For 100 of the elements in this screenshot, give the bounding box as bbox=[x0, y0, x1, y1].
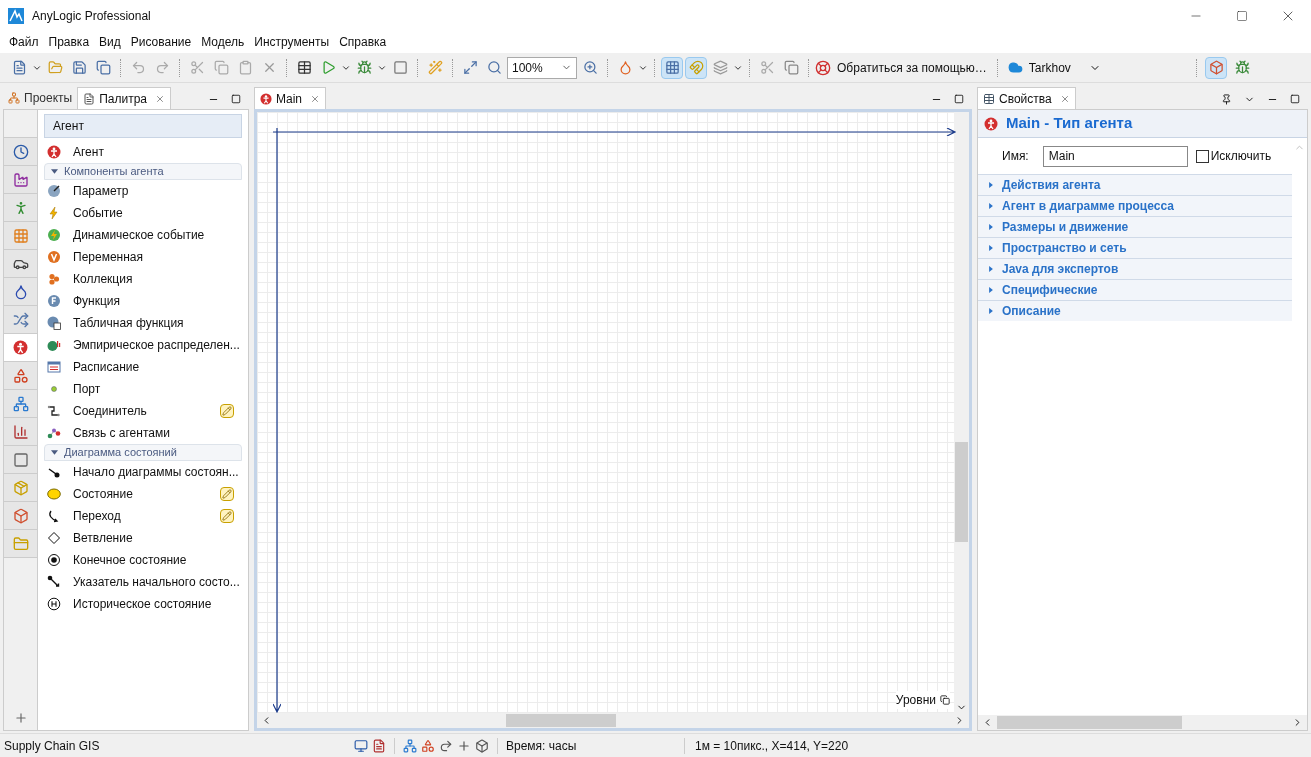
maximize-icon[interactable] bbox=[231, 94, 241, 104]
properties-section-header[interactable]: Специфические bbox=[978, 279, 1292, 300]
copy-icon[interactable] bbox=[940, 695, 950, 705]
close-icon[interactable] bbox=[310, 93, 320, 104]
function-icon bbox=[47, 294, 61, 308]
palette-item[interactable]: Событие bbox=[73, 204, 123, 222]
palette-tab[interactable] bbox=[4, 166, 37, 194]
palette-tab[interactable] bbox=[4, 390, 37, 418]
pin-icon[interactable] bbox=[1221, 94, 1232, 105]
vertical-scrollbar[interactable] bbox=[954, 112, 969, 713]
collapsed-triangle-icon[interactable] bbox=[988, 182, 994, 188]
field-label: Имя: bbox=[1002, 148, 1029, 165]
panel-tab[interactable]: Проекты bbox=[24, 89, 73, 107]
palette-item[interactable]: Эмпирическое распределен... bbox=[73, 336, 240, 354]
palette-item[interactable]: Параметр bbox=[73, 182, 129, 200]
properties-section-header[interactable]: Действия агента bbox=[978, 174, 1292, 195]
lightning-icon bbox=[47, 206, 61, 220]
user-button[interactable]: Tarkhov bbox=[1024, 58, 1075, 77]
scroll-thumb[interactable] bbox=[506, 714, 616, 727]
cloud-icon[interactable] bbox=[1007, 60, 1023, 75]
palette-tab[interactable] bbox=[4, 278, 37, 306]
maximize-icon[interactable] bbox=[954, 94, 964, 104]
menu-item[interactable]: Рисование bbox=[125, 33, 197, 51]
scroll-thumb[interactable] bbox=[997, 716, 1182, 729]
palette-tab[interactable] bbox=[4, 334, 37, 362]
expanded-triangle-icon[interactable] bbox=[51, 168, 58, 175]
expanded-triangle-icon[interactable] bbox=[51, 449, 58, 456]
menu-item[interactable]: Правка bbox=[43, 33, 95, 51]
palette-section-header[interactable]: Диаграмма состояний bbox=[44, 444, 242, 461]
time-unit: Время: часы bbox=[506, 737, 578, 755]
palette-tab[interactable] bbox=[4, 502, 37, 530]
palette-tab[interactable] bbox=[4, 306, 37, 334]
properties-section-header[interactable]: Пространство и сеть bbox=[978, 237, 1292, 258]
add-icon[interactable] bbox=[13, 711, 28, 725]
curve-icon[interactable] bbox=[439, 738, 453, 753]
palette-item[interactable]: Функция bbox=[73, 292, 121, 310]
collapsed-triangle-icon[interactable] bbox=[988, 203, 994, 209]
lightning-icon bbox=[47, 228, 61, 242]
clock-icon bbox=[12, 143, 29, 160]
close-icon[interactable] bbox=[1059, 93, 1070, 104]
snap-icon[interactable] bbox=[685, 56, 707, 79]
maximize-icon[interactable] bbox=[1236, 9, 1248, 22]
menu-item[interactable]: Справка bbox=[334, 33, 392, 51]
cube-icon[interactable] bbox=[475, 738, 489, 753]
horizontal-scrollbar[interactable] bbox=[978, 715, 1307, 730]
palette-item[interactable]: Порт bbox=[73, 380, 101, 398]
close-icon[interactable] bbox=[155, 93, 165, 104]
menu-item[interactable]: Инструменты bbox=[249, 33, 335, 51]
palette-item[interactable]: Динамическое событие bbox=[73, 226, 205, 244]
collapsed-triangle-icon[interactable] bbox=[988, 308, 994, 314]
shapes-icon[interactable] bbox=[421, 738, 435, 753]
palette-item[interactable]: Расписание bbox=[73, 358, 140, 376]
help-button[interactable]: Обратиться за помощью… bbox=[833, 58, 991, 77]
palette-item[interactable]: Переход bbox=[73, 507, 121, 525]
palette-item[interactable]: Связь с агентами bbox=[73, 424, 170, 442]
document-icon[interactable] bbox=[372, 738, 386, 753]
palette-item[interactable]: Табличная функция bbox=[73, 314, 184, 332]
palette-item[interactable]: Состояние bbox=[73, 485, 133, 503]
collapsed-triangle-icon[interactable] bbox=[988, 266, 994, 272]
properties-section-header[interactable]: Агент в диаграмме процесса bbox=[978, 195, 1292, 216]
network-icon[interactable] bbox=[403, 738, 417, 753]
palette-item[interactable]: Агент bbox=[73, 143, 104, 161]
palette-item[interactable]: Соединитель bbox=[73, 402, 147, 420]
package-icon bbox=[12, 479, 29, 496]
collapsed-triangle-icon[interactable] bbox=[988, 245, 994, 251]
palette-item[interactable]: Ветвление bbox=[73, 529, 133, 547]
menu-item[interactable]: Вид bbox=[94, 33, 126, 51]
pencil-icon[interactable] bbox=[220, 509, 234, 523]
pencil-icon[interactable] bbox=[220, 487, 234, 501]
grid-icon[interactable] bbox=[661, 56, 683, 79]
checkbox[interactable] bbox=[1195, 149, 1209, 163]
collapsed-triangle-icon[interactable] bbox=[988, 224, 994, 230]
parameter-icon bbox=[47, 184, 61, 198]
palette-tab[interactable] bbox=[4, 362, 37, 390]
properties-section-header[interactable]: Описание bbox=[978, 300, 1292, 321]
palette-item[interactable]: Конечное состояние bbox=[73, 551, 187, 569]
perspective-icon[interactable] bbox=[1205, 56, 1227, 79]
palette-tab[interactable] bbox=[4, 250, 37, 278]
palette-item[interactable]: Историческое состояние bbox=[73, 595, 212, 613]
zoom-field[interactable]: 100% bbox=[507, 56, 577, 79]
palette-tab[interactable] bbox=[4, 418, 37, 446]
app-logo-icon bbox=[8, 7, 24, 24]
palette-tab[interactable] bbox=[4, 138, 37, 166]
pencil-icon[interactable] bbox=[220, 404, 234, 418]
palette-item[interactable]: Указатель начального состо... bbox=[73, 573, 240, 591]
name-field[interactable]: Main bbox=[1042, 145, 1188, 167]
monitor-icon[interactable] bbox=[354, 738, 368, 753]
lifebuoy-icon[interactable] bbox=[815, 59, 831, 76]
palette-item[interactable]: Начало диаграммы состоян... bbox=[73, 463, 239, 481]
collapsed-triangle-icon[interactable] bbox=[988, 287, 994, 293]
maximize-icon[interactable] bbox=[1290, 94, 1300, 104]
palette-section-header[interactable]: Компоненты агента bbox=[44, 163, 242, 180]
palette-item[interactable]: Переменная bbox=[73, 248, 143, 266]
menu-item[interactable]: Файл bbox=[4, 33, 44, 51]
properties-section-header[interactable]: Размеры и движение bbox=[978, 216, 1292, 237]
palette-item[interactable]: Коллекция bbox=[73, 270, 133, 288]
horizontal-scrollbar[interactable] bbox=[257, 713, 969, 728]
scroll-thumb[interactable] bbox=[955, 442, 968, 542]
menu-item[interactable]: Модель bbox=[196, 33, 250, 51]
properties-section-header[interactable]: Java для экспертов bbox=[978, 258, 1292, 279]
